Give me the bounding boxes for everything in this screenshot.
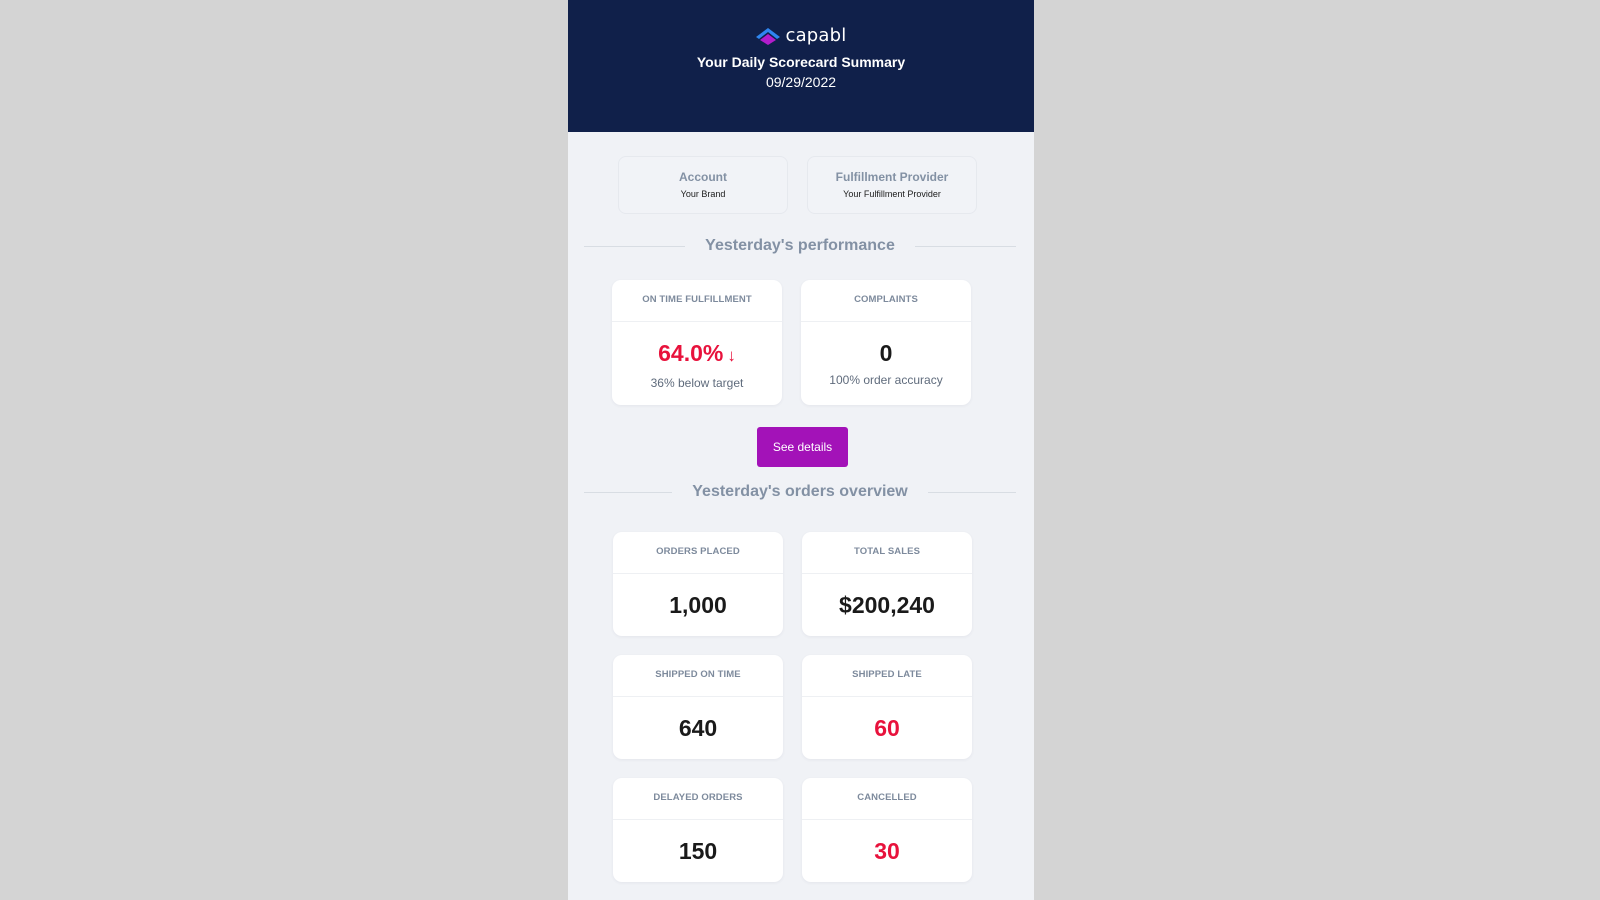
divider-line bbox=[914, 245, 1016, 247]
account-label: Account bbox=[679, 170, 727, 184]
capabl-logo-icon bbox=[756, 27, 781, 45]
orders-placed-card: ORDERS PLACED 1,000 bbox=[613, 532, 783, 636]
complaints-card: COMPLAINTS 0 100% order accuracy bbox=[801, 280, 971, 405]
card-value: 640 bbox=[678, 715, 718, 741]
account-box: Account Your Brand bbox=[618, 156, 788, 214]
card-label: SHIPPED LATE bbox=[802, 655, 972, 697]
fulfillment-provider-label: Fulfillment Provider bbox=[835, 170, 949, 184]
fulfillment-provider-box: Fulfillment Provider Your Fulfillment Pr… bbox=[807, 156, 977, 214]
cancelled-card: CANCELLED 30 bbox=[802, 778, 972, 882]
card-value: 64.0% ↓ bbox=[612, 338, 782, 371]
arrow-down-icon: ↓ bbox=[727, 346, 736, 365]
card-label: COMPLAINTS bbox=[801, 280, 971, 322]
total-sales-card: TOTAL SALES $200,240 bbox=[802, 532, 972, 636]
card-label: SHIPPED ON TIME bbox=[613, 655, 783, 697]
info-row: Account Your Brand Fulfillment Provider … bbox=[618, 156, 977, 214]
performance-heading: Yesterday's performance bbox=[584, 237, 1016, 255]
on-time-fulfillment-card: ON TIME FULFILLMENT 64.0% ↓ 36% below tar… bbox=[612, 280, 782, 405]
shipped-late-card: SHIPPED LATE 60 bbox=[802, 655, 972, 759]
fulfillment-provider-value: Your Fulfillment Provider bbox=[843, 189, 941, 199]
card-value: 150 bbox=[678, 838, 718, 864]
performance-heading-text: Yesterday's performance bbox=[705, 237, 895, 254]
orders-heading: Yesterday's orders overview bbox=[584, 483, 1017, 501]
divider-line bbox=[584, 491, 673, 493]
card-label: ORDERS PLACED bbox=[613, 532, 783, 574]
account-value: Your Brand bbox=[680, 189, 726, 199]
card-value: 30 bbox=[874, 838, 900, 864]
scorecard-email: capabl Your Daily Scorecard Summary 09/2… bbox=[568, 0, 1034, 900]
on-time-fulfillment-value: 64.0% bbox=[658, 340, 724, 366]
orders-cards: ORDERS PLACED 1,000 TOTAL SALES $200,240… bbox=[613, 532, 972, 882]
see-details-button[interactable]: See details bbox=[757, 427, 848, 467]
divider-line bbox=[927, 491, 1017, 493]
brand-logo: capabl bbox=[568, 25, 1034, 46]
report-date: 09/29/2022 bbox=[765, 74, 837, 90]
card-label: ON TIME FULFILLMENT bbox=[612, 280, 782, 322]
card-label: CANCELLED bbox=[802, 778, 972, 820]
card-value: $200,240 bbox=[839, 592, 935, 618]
shipped-on-time-card: SHIPPED ON TIME 640 bbox=[613, 655, 783, 759]
delayed-orders-card: DELAYED ORDERS 150 bbox=[613, 778, 783, 882]
brand-name: capabl bbox=[785, 25, 847, 46]
card-subtext: 36% below target bbox=[650, 376, 744, 390]
card-value: 1,000 bbox=[669, 592, 727, 618]
card-value: 0 bbox=[879, 340, 893, 366]
card-label: TOTAL SALES bbox=[802, 532, 972, 574]
card-label: DELAYED ORDERS bbox=[613, 778, 783, 820]
email-title: Your Daily Scorecard Summary bbox=[696, 54, 906, 70]
card-subtext: 100% order accuracy bbox=[829, 373, 943, 387]
divider-line bbox=[584, 245, 686, 247]
performance-cards: ON TIME FULFILLMENT 64.0% ↓ 36% below tar… bbox=[612, 280, 971, 405]
email-header: capabl Your Daily Scorecard Summary 09/2… bbox=[568, 0, 1034, 132]
orders-heading-text: Yesterday's orders overview bbox=[692, 483, 908, 500]
card-value: 60 bbox=[874, 715, 900, 741]
